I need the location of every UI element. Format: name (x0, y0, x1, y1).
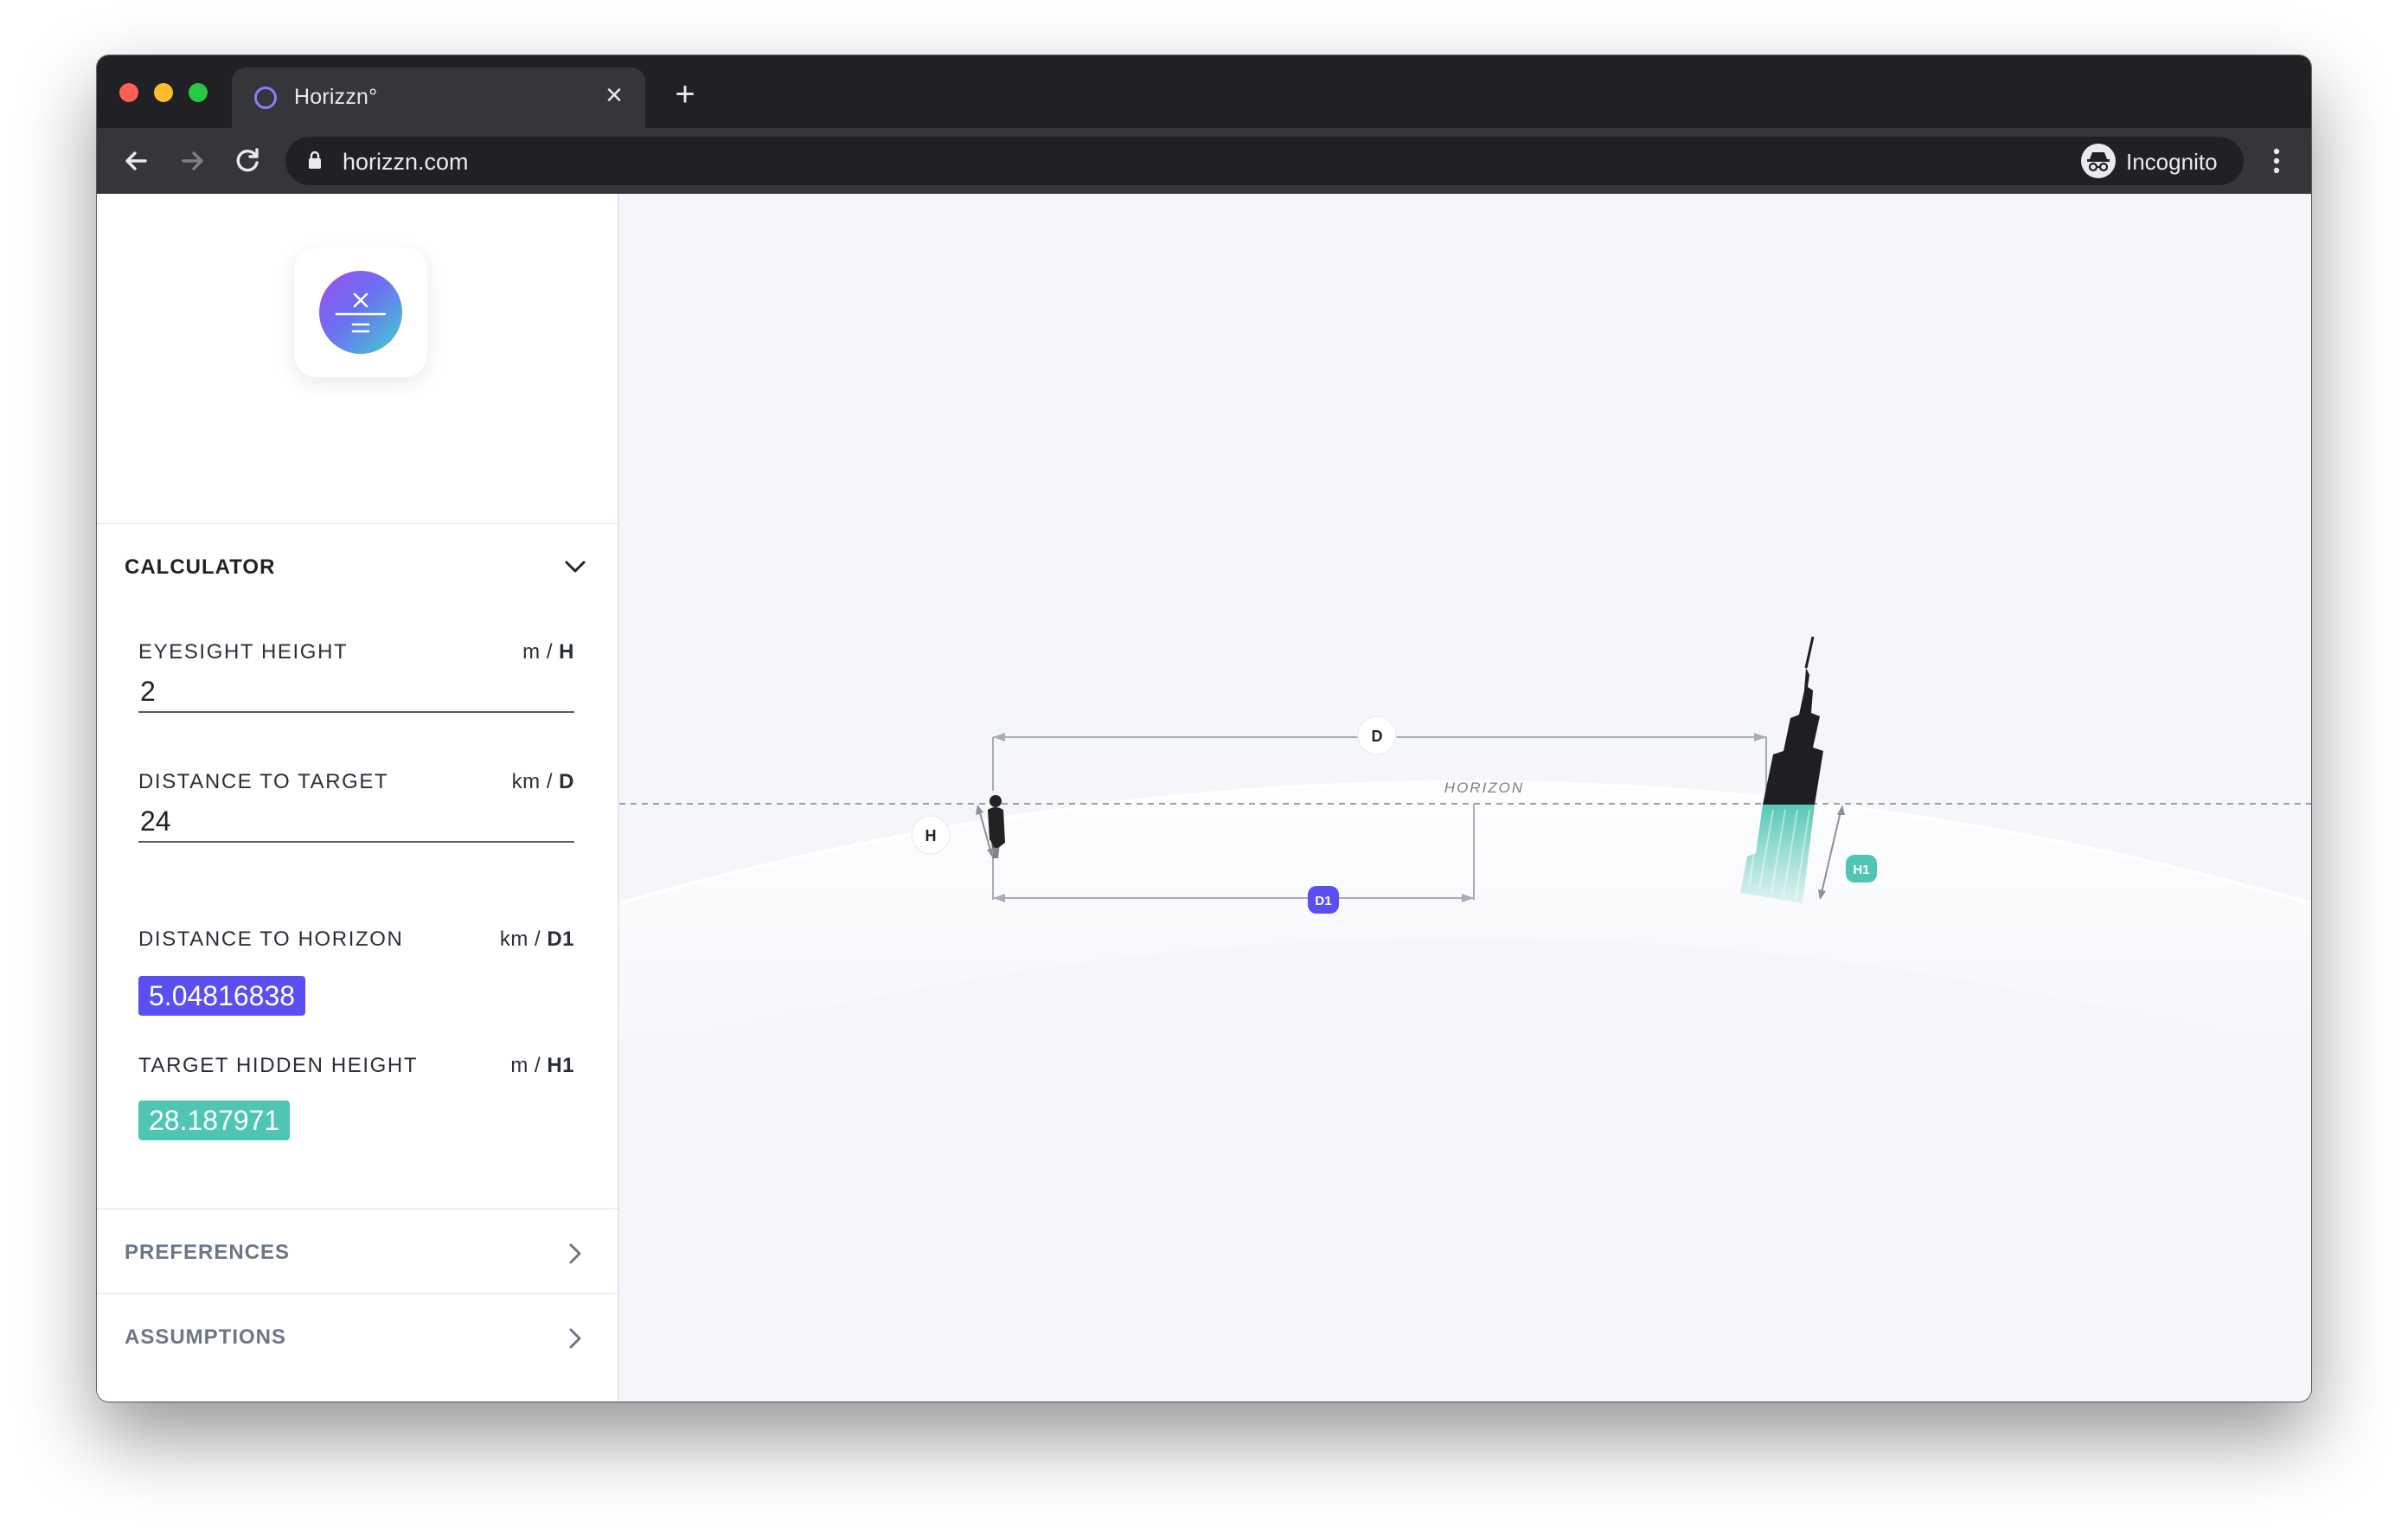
unit-text: km / (499, 927, 541, 951)
browser-toolbar: horizzn.com Incognito (97, 128, 2311, 194)
distance-to-horizon-label: DISTANCE TO HORIZON (138, 927, 404, 951)
sidebar: CALCULATOR EYESIGHT HEIGHT m / H DISTANC… (97, 194, 619, 1402)
title-bar: Horizzn° × + (97, 55, 2311, 128)
unit-text: m / (522, 640, 553, 664)
chevron-right-icon[interactable] (562, 1241, 588, 1267)
eyesight-height-unit: m / H (522, 640, 574, 664)
maximize-window-button[interactable] (189, 83, 208, 102)
reload-button[interactable] (228, 142, 266, 180)
distance-to-target-input[interactable] (138, 801, 574, 843)
incognito-label: Incognito (2126, 149, 2218, 175)
favicon-icon (254, 87, 277, 109)
badge-d: D (1357, 715, 1397, 755)
earth-surface-glow (619, 782, 2311, 1059)
unit-symbol: D (559, 770, 574, 793)
unit-text: m / (510, 1054, 541, 1077)
address-bar[interactable]: horizzn.com (285, 137, 2152, 185)
incognito-profile-button[interactable]: Incognito (2074, 137, 2244, 185)
divider (97, 1208, 618, 1210)
unit-symbol: D1 (547, 927, 574, 951)
tab-title: Horizzn° (294, 85, 378, 109)
chevron-right-icon[interactable] (562, 1325, 588, 1351)
browser-tab[interactable]: Horizzn° × (232, 67, 645, 128)
chevron-down-icon[interactable] (562, 554, 588, 580)
badge-d1: D1 (1308, 886, 1339, 914)
distance-to-horizon-value: 5.04816838 (138, 976, 306, 1016)
badge-h1-label: H1 (1853, 863, 1869, 877)
reload-icon (236, 148, 259, 172)
close-window-button[interactable] (119, 83, 138, 102)
target-hidden-height-value: 28.187971 (138, 1100, 291, 1140)
badge-d1-label: D1 (1315, 894, 1331, 908)
close-tab-icon[interactable]: × (599, 80, 630, 111)
unit-symbol: H1 (547, 1054, 574, 1077)
back-button[interactable] (118, 142, 156, 180)
arrowhead (1754, 733, 1766, 741)
arrowhead (976, 805, 983, 815)
more-vert-icon[interactable] (2270, 144, 2283, 178)
incognito-icon (2081, 144, 2116, 178)
horizon-diagram: HORIZON D D1 H H1 (619, 636, 2311, 1059)
assumptions-header[interactable]: ASSUMPTIONS (125, 1325, 286, 1350)
unit-symbol: H (559, 640, 574, 664)
url-text: horizzn.com (343, 149, 469, 175)
browser-window: Horizzn° × + horizzn.com Incognito CALCU… (97, 55, 2311, 1402)
eyesight-height-label: EYESIGHT HEIGHT (138, 640, 349, 664)
arrow-left-icon (125, 151, 147, 170)
badge-d-label: D (1372, 728, 1383, 745)
eyesight-height-input[interactable] (138, 671, 574, 713)
lock-icon (309, 151, 321, 169)
app-logo (294, 247, 427, 377)
preferences-header[interactable]: PREFERENCES (125, 1241, 290, 1265)
unit-text: km / (511, 770, 553, 793)
arrowhead (993, 733, 1005, 741)
target-hidden-height-label: TARGET HIDDEN HEIGHT (138, 1054, 419, 1077)
distance-to-target-label: DISTANCE TO TARGET (138, 770, 389, 793)
minimize-window-button[interactable] (154, 83, 173, 102)
logo-icon (319, 271, 402, 354)
target-hidden-height-unit: m / H1 (510, 1054, 574, 1078)
badge-h: H (911, 815, 951, 855)
distance-to-target-unit: km / D (512, 770, 574, 794)
badge-h1: H1 (1846, 855, 1877, 882)
calculator-header[interactable]: CALCULATOR (125, 555, 275, 580)
badge-h-label: H (925, 827, 937, 844)
page-content: CALCULATOR EYESIGHT HEIGHT m / H DISTANC… (97, 194, 2311, 1402)
horizon-label: HORIZON (1444, 780, 1524, 796)
forward-button[interactable] (173, 142, 211, 180)
divider (97, 523, 618, 524)
new-tab-button[interactable]: + (668, 77, 702, 112)
arrow-right-icon (182, 151, 203, 170)
divider (97, 1293, 618, 1294)
distance-to-horizon-unit: km / D1 (500, 927, 574, 952)
